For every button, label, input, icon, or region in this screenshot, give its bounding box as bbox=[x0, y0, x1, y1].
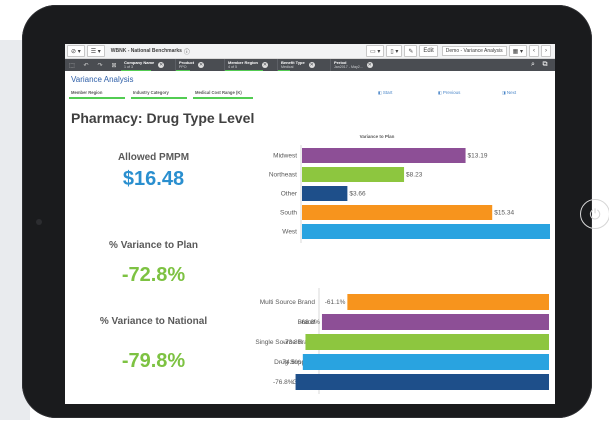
bar bbox=[302, 148, 466, 163]
kpi-label-variance-plan: % Variance to Plan bbox=[109, 240, 198, 251]
kpi-label-allowed-pmpm: Allowed PMPM bbox=[117, 152, 190, 163]
grid-view-icon[interactable]: ▦ ▾ bbox=[508, 45, 527, 57]
selection-chip-benefit-type[interactable]: Benefit Type Medical ✕ bbox=[278, 59, 331, 71]
bar bbox=[295, 374, 549, 390]
selections-bar: ⬚ ↶ ↷ ⊠ Company Name 1 of 3 ✕ Product PPO … bbox=[65, 59, 555, 71]
data-label: -76.8% bbox=[273, 379, 294, 386]
bar bbox=[347, 294, 549, 310]
section-title: Pharmacy: Drug Type Level bbox=[71, 110, 255, 126]
remove-selection-icon[interactable]: ✕ bbox=[262, 62, 269, 68]
bar bbox=[302, 354, 549, 370]
bar bbox=[302, 186, 348, 201]
data-label: -61.1% bbox=[325, 299, 346, 306]
chart-title: Variance to Plan bbox=[360, 134, 395, 139]
category-label: Midwest bbox=[273, 153, 297, 160]
step-forward-icon[interactable]: ↷ bbox=[93, 62, 107, 69]
previous-link[interactable]: ◧ Previous bbox=[438, 90, 460, 95]
next-link[interactable]: ◨ Next bbox=[502, 90, 516, 95]
sheet-selector[interactable]: Demo - Variance Analysis bbox=[441, 46, 507, 56]
data-label: $3.66 bbox=[349, 191, 366, 198]
list-menu-icon[interactable]: ☰ ▾ bbox=[86, 45, 105, 57]
kpi-value-variance-plan: -72.8% bbox=[121, 264, 186, 286]
category-label: Northeast bbox=[269, 172, 297, 179]
remove-selection-icon[interactable]: ✕ bbox=[198, 62, 205, 68]
page-title: Variance Analysis bbox=[71, 75, 134, 84]
tab-member-region[interactable]: Member Region bbox=[69, 90, 125, 99]
selections-tool-icon[interactable]: ⧉ bbox=[539, 61, 551, 69]
category-label: West bbox=[282, 229, 297, 236]
selection-chip-member-region[interactable]: Member Region 4 of 5 ✕ bbox=[225, 59, 278, 71]
selection-chip-period[interactable]: Period Jan2017 - May2... ✕ bbox=[331, 59, 389, 71]
selection-chip-product[interactable]: Product PPO ✕ bbox=[176, 59, 225, 71]
bookmark-icon[interactable]: ▯ ▾ bbox=[386, 45, 403, 57]
category-label: Other bbox=[281, 191, 298, 198]
kpi-label-variance-national: % Variance to National bbox=[99, 316, 208, 327]
category-label: South bbox=[280, 210, 297, 217]
start-link[interactable]: ◧ Start bbox=[378, 90, 392, 95]
category-label: Multi Source Brand bbox=[260, 299, 316, 306]
data-label: -74.6% bbox=[280, 359, 301, 366]
selection-lasso-icon[interactable]: ⬚ bbox=[65, 62, 79, 69]
search-icon[interactable]: ⌕ bbox=[527, 61, 539, 69]
kpi-value-variance-national: -79.8% bbox=[121, 350, 186, 372]
remove-selection-icon[interactable]: ✕ bbox=[158, 62, 165, 68]
selection-chip-company[interactable]: Company Name 1 of 3 ✕ bbox=[121, 59, 176, 71]
drug-type-variance-chart: Multi Source Brand -61.1%Brand-68.8%Singl… bbox=[255, 288, 549, 394]
pencil-icon[interactable]: ✎ bbox=[404, 45, 418, 57]
tab-bar: Member Region Industry Category Medical … bbox=[69, 90, 259, 99]
data-label: $8.23 bbox=[406, 172, 423, 179]
info-icon[interactable]: ⓘ bbox=[184, 47, 190, 56]
bar bbox=[302, 224, 550, 239]
bar bbox=[321, 314, 549, 330]
step-back-icon[interactable]: ↶ bbox=[79, 62, 93, 69]
tab-industry-category[interactable]: Industry Category bbox=[131, 90, 187, 99]
top-toolbar: ⊘ ▾ ☰ ▾ WBNK - National Benchmarks ⓘ ▭ ▾… bbox=[65, 44, 555, 59]
app-name: WBNK - National Benchmarks bbox=[110, 48, 182, 54]
data-label: $13.19 bbox=[468, 153, 488, 160]
variance-to-plan-chart: Variance to Plan Midwest $13.19 Northeast $8… bbox=[269, 134, 550, 243]
bar bbox=[305, 334, 549, 350]
data-label: -73.8% bbox=[283, 339, 304, 346]
data-label: -68.8% bbox=[299, 319, 320, 326]
next-sheet-icon[interactable]: › bbox=[541, 45, 551, 57]
app-screen: ⊘ ▾ ☰ ▾ WBNK - National Benchmarks ⓘ ▭ ▾… bbox=[65, 44, 555, 404]
edit-button[interactable]: Edit bbox=[419, 45, 438, 57]
bar bbox=[302, 167, 405, 182]
remove-selection-icon[interactable]: ✕ bbox=[308, 62, 315, 68]
clear-selections-icon[interactable]: ⊠ bbox=[107, 62, 121, 69]
chat-icon[interactable]: ▭ ▾ bbox=[366, 45, 385, 57]
bar bbox=[302, 205, 493, 220]
camera-dot bbox=[36, 219, 42, 225]
previous-sheet-icon[interactable]: ‹ bbox=[529, 45, 539, 57]
tab-medical-cost-range[interactable]: Medical Cost Range (K) bbox=[193, 90, 253, 99]
data-label: $15.34 bbox=[494, 210, 514, 217]
remove-selection-icon[interactable]: ✕ bbox=[366, 62, 373, 68]
kpi-value-allowed-pmpm: $16.48 bbox=[122, 168, 185, 190]
home-button-icon[interactable]: ⏻ bbox=[580, 199, 609, 229]
navigation-menu-icon[interactable]: ⊘ ▾ bbox=[67, 45, 85, 57]
